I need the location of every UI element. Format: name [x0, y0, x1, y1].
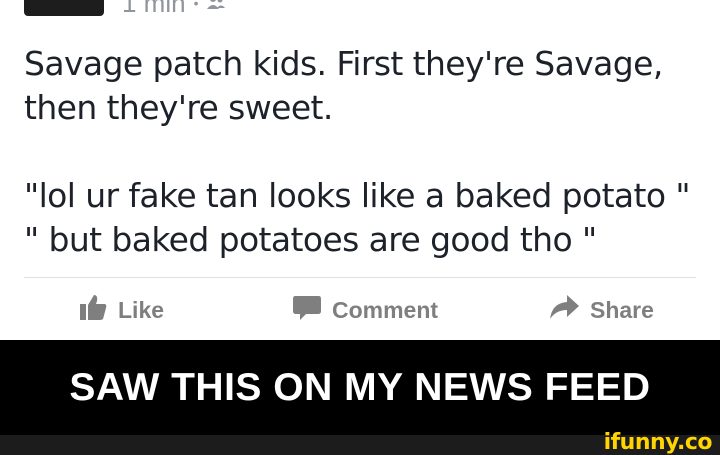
- like-button[interactable]: Like: [78, 290, 164, 330]
- share-button[interactable]: Share: [548, 290, 654, 330]
- comment-button[interactable]: Comment: [292, 290, 438, 330]
- post-timestamp[interactable]: 1 min: [122, 0, 186, 16]
- meta-separator: •: [193, 0, 199, 11]
- status-text: Savage patch kids. First they're Savage,…: [24, 42, 704, 262]
- status-line: then they're sweet.: [24, 88, 333, 127]
- status-line: Savage patch kids. First they're Savage,: [24, 44, 663, 83]
- divider: [24, 277, 696, 278]
- meme-caption: SAW THIS ON MY NEWS FEED: [0, 340, 720, 435]
- like-label: Like: [118, 296, 165, 323]
- comment-label: Comment: [332, 296, 439, 323]
- share-label: Share: [590, 296, 654, 323]
- status-line: "lol ur fake tan looks like a baked pota…: [24, 176, 691, 215]
- watermark: ifunny.co: [603, 430, 713, 455]
- facebook-post: 1 min • Savage patch kids. First they're…: [0, 0, 720, 340]
- post-meta: 1 min •: [122, 0, 226, 16]
- footer-bar: ifunny.co: [0, 430, 720, 455]
- avatar[interactable]: [24, 0, 104, 16]
- post-actions: Like Comment Share: [0, 290, 720, 330]
- share-arrow-icon: [548, 293, 580, 327]
- caption-text: SAW THIS ON MY NEWS FEED: [69, 365, 651, 409]
- friends-icon[interactable]: [206, 0, 226, 11]
- status-line: " but baked potatoes are good tho ": [24, 220, 597, 259]
- thumbs-up-icon: [78, 292, 108, 328]
- comment-icon: [292, 293, 322, 327]
